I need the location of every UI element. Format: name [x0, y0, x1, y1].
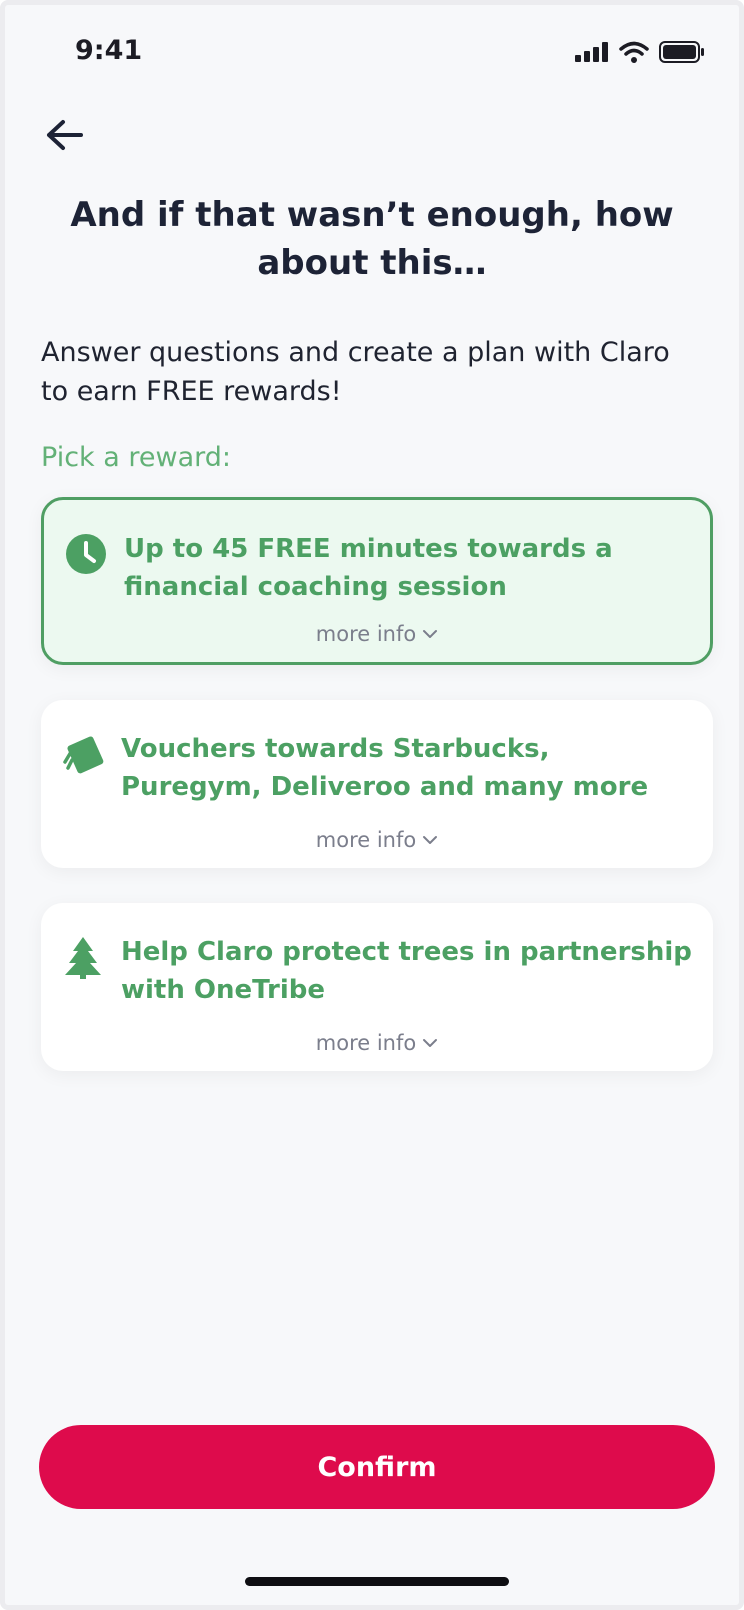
reward-card-coaching[interactable]: Up to 45 FREE minutes towards a financia…: [41, 497, 713, 665]
intro-text: Answer questions and create a plan with …: [41, 337, 670, 407]
signal-icon: [575, 42, 608, 62]
reward-card-vouchers[interactable]: Vouchers towards Starbucks, Puregym, Del…: [41, 700, 713, 868]
phone-screen: 9:41 And if that wasn’t enough, how abou…: [0, 0, 744, 1610]
more-info-toggle[interactable]: more info: [44, 621, 710, 646]
tree-icon: [65, 937, 101, 979]
wifi-icon: [619, 41, 649, 63]
more-info-toggle[interactable]: more info: [41, 1030, 713, 1055]
arrow-left-icon[interactable]: [41, 111, 89, 159]
status-icons: [575, 41, 705, 63]
reward-card-trees[interactable]: Help Claro protect trees in partnership …: [41, 903, 713, 1071]
reward-title: Vouchers towards Starbucks, Puregym, Del…: [121, 734, 649, 802]
reward-title: Up to 45 FREE minutes towards a financia…: [124, 534, 613, 602]
pick-reward-label: Pick a reward:: [41, 442, 231, 473]
confirm-button[interactable]: Confirm: [39, 1425, 715, 1509]
clock-icon: [66, 534, 106, 574]
more-info-label: more info: [315, 828, 417, 852]
home-indicator: [245, 1577, 509, 1586]
chevron-down-icon: [423, 836, 438, 844]
status-time: 9:41: [75, 35, 143, 66]
chevron-down-icon: [423, 630, 438, 638]
reward-title: Help Claro protect trees in partnership …: [121, 937, 692, 1005]
chevron-down-icon: [423, 1039, 438, 1047]
more-info-label: more info: [315, 1031, 417, 1055]
voucher-icon: [63, 736, 104, 774]
more-info-label: more info: [315, 622, 417, 646]
more-info-toggle[interactable]: more info: [41, 827, 713, 852]
battery-icon: [659, 41, 704, 63]
page-title: And if that wasn’t enough, how about thi…: [70, 195, 674, 283]
